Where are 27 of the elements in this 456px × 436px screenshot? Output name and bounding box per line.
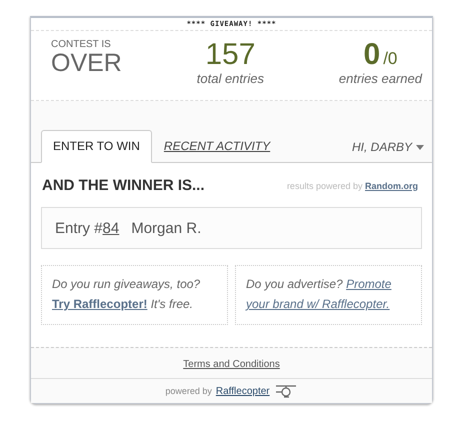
entry-number: Entry #84 xyxy=(55,220,120,236)
promo-link[interactable]: Try Rafflecopter! xyxy=(52,297,148,311)
earned-count: 0 xyxy=(364,39,380,71)
earned-total: /0 xyxy=(383,49,398,69)
helicopter-logo-icon xyxy=(274,384,298,398)
total-label: total entries xyxy=(196,71,264,86)
promo-link[interactable]: Promote xyxy=(346,277,392,291)
promo-text: Do you run giveaways, too? xyxy=(52,277,200,291)
terms-link[interactable]: Terms and Conditions xyxy=(183,359,280,370)
status-label: CONTEST IS xyxy=(51,39,111,50)
promo-link[interactable]: your brand w/ Rafflecopter. xyxy=(246,297,390,311)
entry-link[interactable]: 84 xyxy=(102,220,120,236)
rafflecopter-link[interactable]: Rafflecopter xyxy=(216,386,270,396)
status-value: OVER xyxy=(51,50,122,76)
tab[interactable]: RECENT ACTIVITY xyxy=(152,130,282,163)
user-menu[interactable]: HI, DARBY xyxy=(352,140,424,162)
earned-label: entries earned xyxy=(338,71,422,86)
winner-heading: AND THE WINNER IS... xyxy=(42,177,205,194)
promo-note: It's free. xyxy=(150,297,194,311)
caret-icon xyxy=(416,144,424,150)
total-count: 157 xyxy=(205,39,256,71)
random-org-link[interactable]: Random.org xyxy=(365,180,418,190)
winner-name: Morgan R. xyxy=(131,220,202,236)
powered-text: results powered by xyxy=(286,180,364,190)
footer-text: powered by xyxy=(165,386,212,396)
tab[interactable]: ENTER TO WIN xyxy=(41,130,152,163)
promo-text: Do you advertise? xyxy=(246,277,344,291)
